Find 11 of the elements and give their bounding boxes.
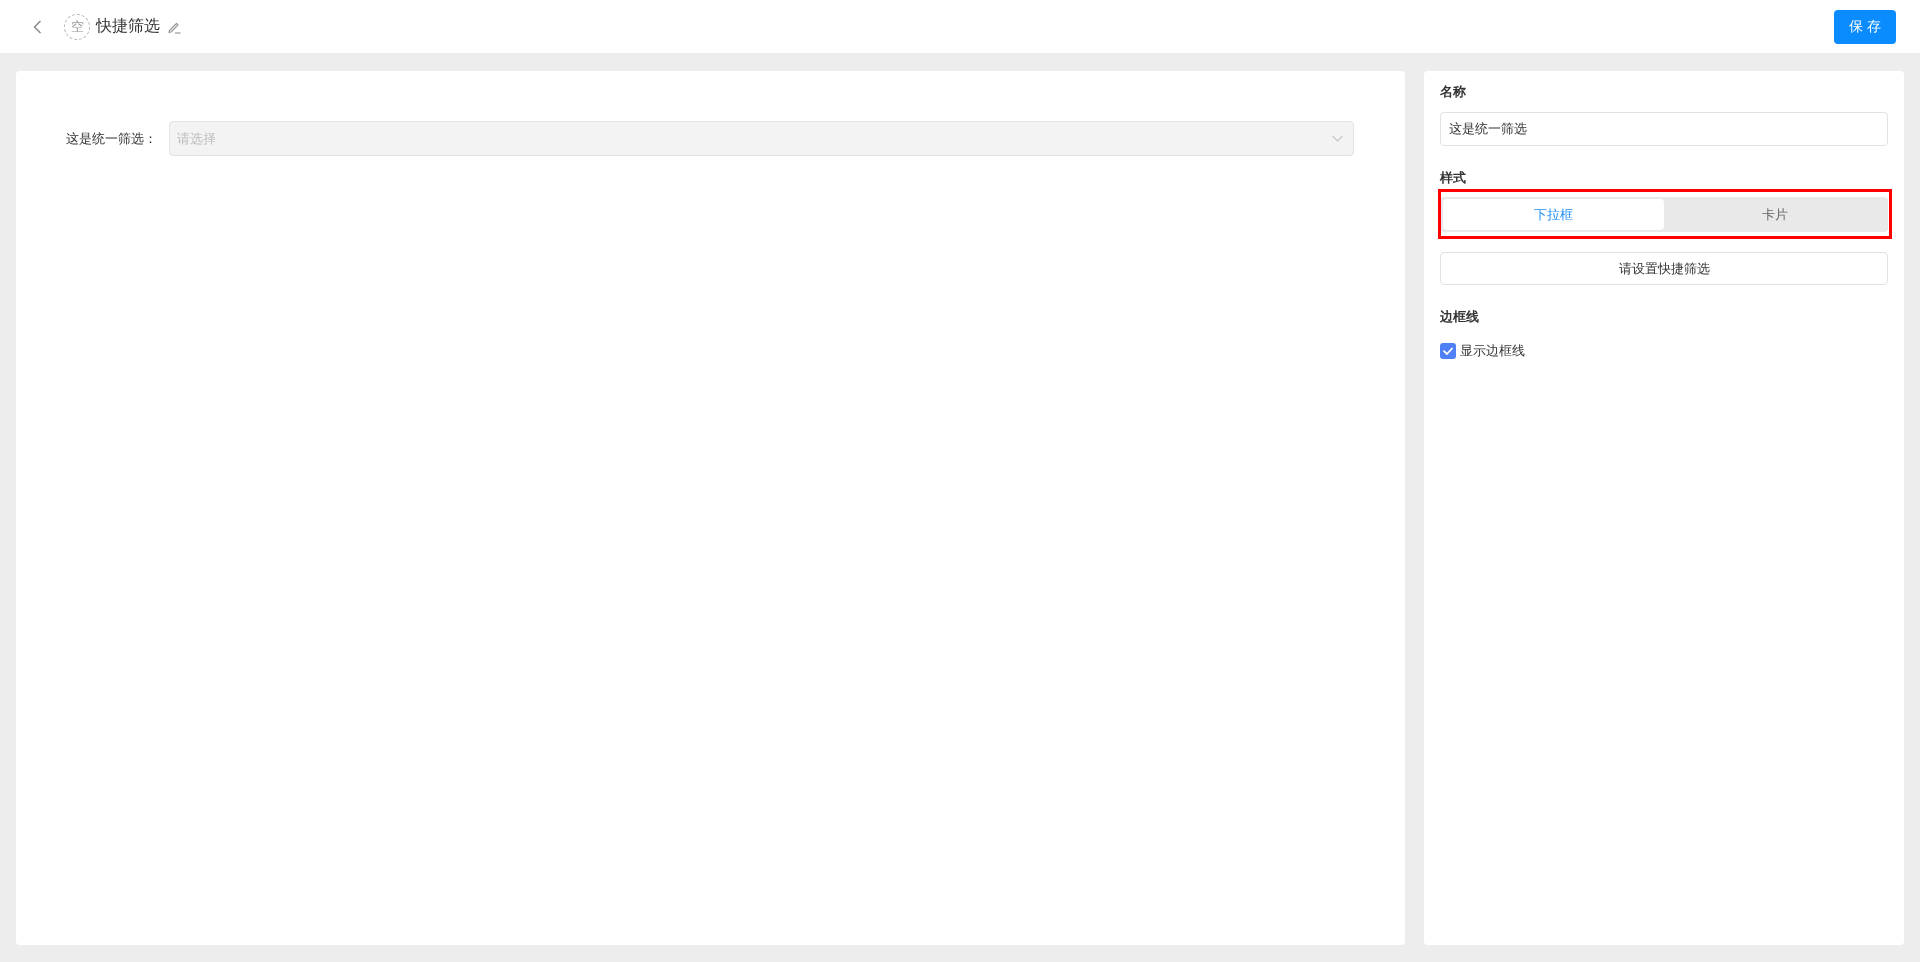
checkbox-label[interactable]: 显示边框线 <box>1460 342 1525 360</box>
section-heading: 名称 <box>1440 83 1466 101</box>
style-option[interactable]: 卡片 <box>1664 199 1885 230</box>
checkbox[interactable] <box>1440 343 1456 359</box>
section-heading: 样式 <box>1440 169 1466 187</box>
page-title: 快捷筛选 <box>96 16 160 37</box>
section-heading: 边框线 <box>1440 308 1479 326</box>
setup-button[interactable]: 请设置快捷筛选 <box>1440 252 1888 285</box>
back-icon[interactable] <box>33 19 42 34</box>
name-input[interactable]: 这是统一筛选 <box>1440 112 1888 146</box>
filter-label: 这是统一筛选： <box>66 129 157 148</box>
